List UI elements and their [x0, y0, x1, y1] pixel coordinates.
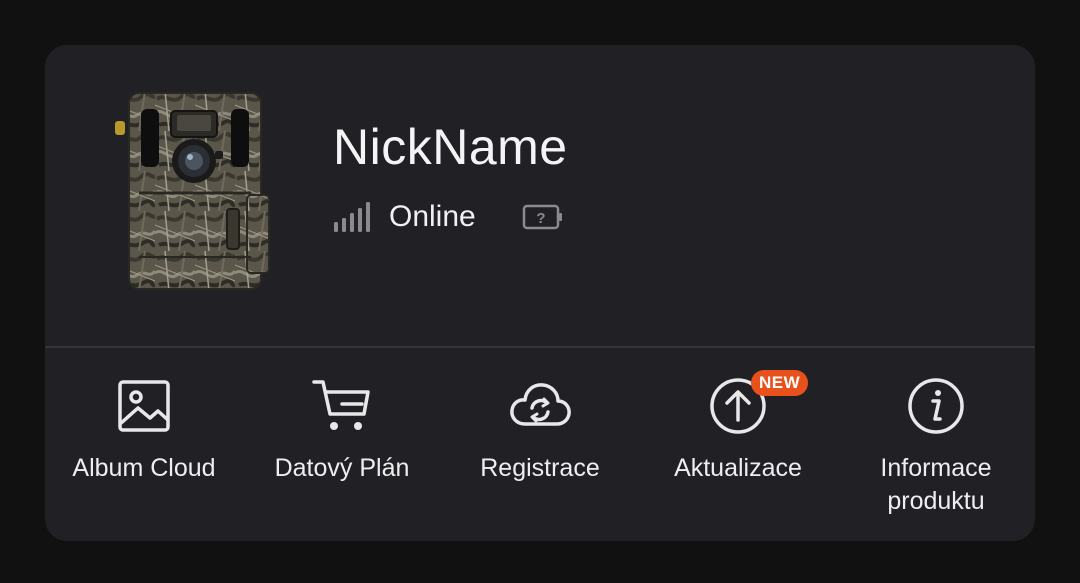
device-status: Online — [389, 200, 476, 233]
cart-icon — [312, 380, 370, 430]
info-icon — [908, 378, 964, 434]
image-icon — [118, 380, 170, 432]
registration-label: Registrace — [480, 454, 600, 482]
product-info-button[interactable]: Informace produktu — [837, 348, 1035, 541]
registration-button[interactable]: Registrace — [441, 348, 639, 541]
device-card: NickName Online ? Album Cloud Datový Plá… — [45, 45, 1035, 541]
new-badge: NEW — [751, 370, 809, 396]
signal-bars-icon — [334, 202, 370, 232]
trail-camera-image[interactable] — [115, 91, 277, 293]
update-button[interactable]: NEW Aktualizace — [639, 348, 837, 541]
battery-symbol: ? — [536, 210, 545, 227]
data-plan-button[interactable]: Datový Plán — [243, 348, 441, 541]
battery-unknown-icon[interactable]: ? — [522, 203, 564, 231]
data-plan-label: Datový Plán — [274, 454, 410, 482]
action-bar: Album Cloud Datový Plán Registrace NEW A… — [45, 348, 1035, 541]
album-cloud-label: Album Cloud — [72, 454, 216, 482]
device-name: NickName — [333, 119, 568, 175]
album-cloud-button[interactable]: Album Cloud — [45, 348, 243, 541]
product-info-label: Informace produktu — [880, 454, 992, 515]
update-label: Aktualizace — [674, 454, 802, 482]
cloud-sync-icon — [510, 383, 571, 426]
status-row: Online ? — [333, 197, 564, 237]
